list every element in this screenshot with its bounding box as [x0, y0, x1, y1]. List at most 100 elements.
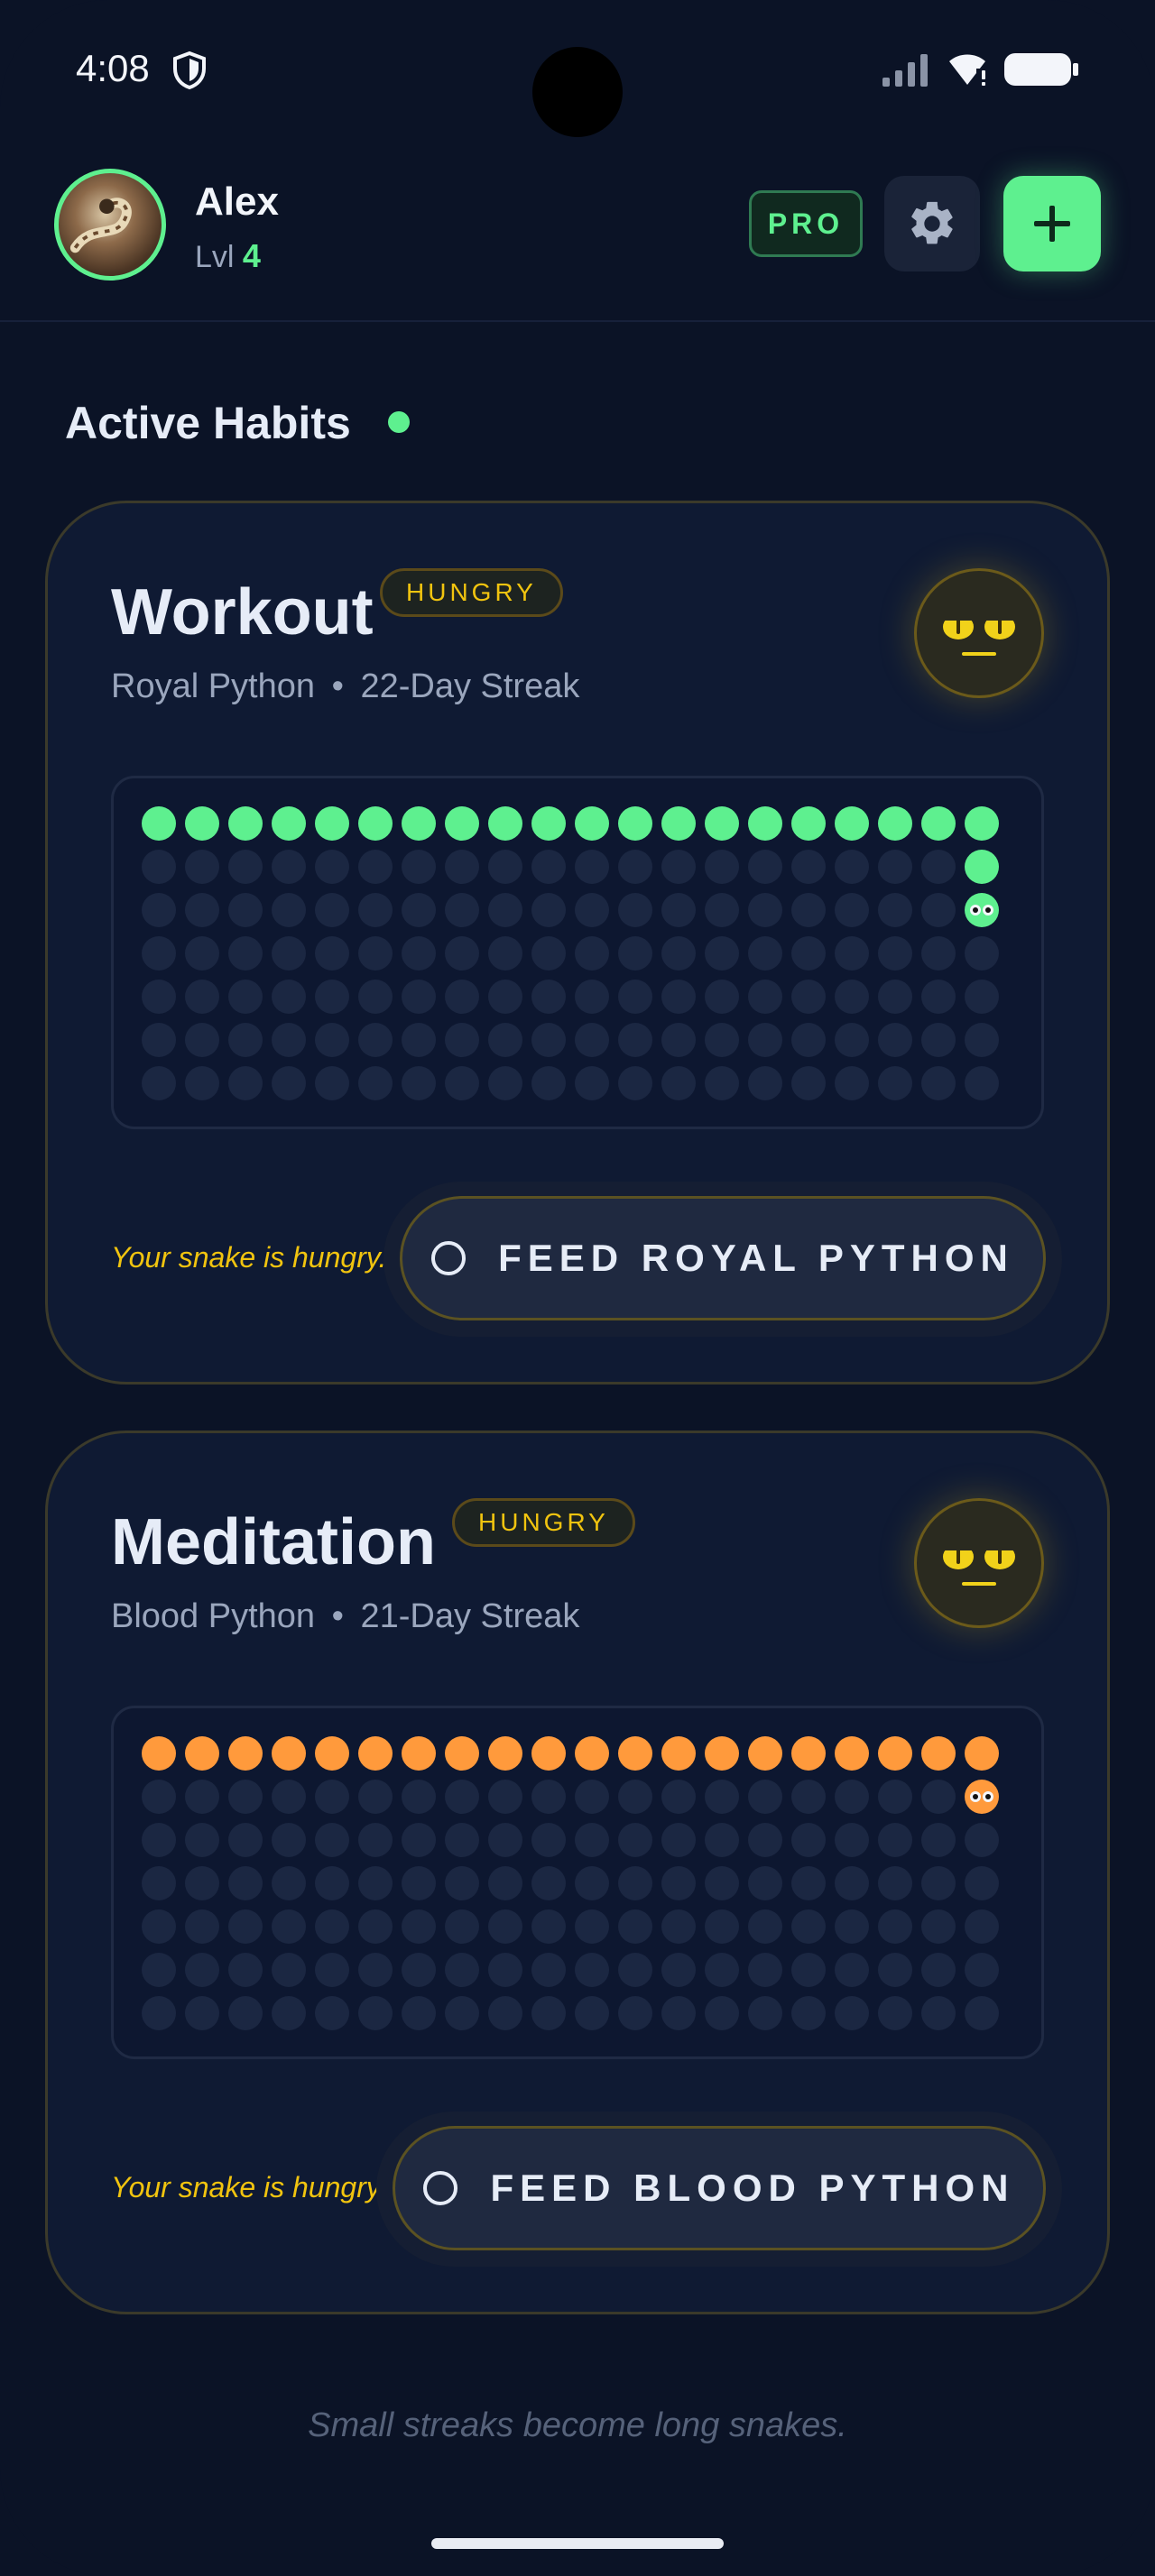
empty-cell [618, 1953, 652, 1987]
empty-cell [358, 1780, 393, 1814]
empty-cell [575, 850, 609, 884]
snake-segment [575, 806, 609, 841]
separator-dot: • [331, 667, 344, 705]
snake-segment [965, 893, 999, 927]
feed-button[interactable]: FEED BLOOD PYTHON [393, 2126, 1046, 2250]
hungry-hint: Your snake is hungry. [111, 2171, 387, 2203]
empty-cell [835, 1066, 869, 1100]
empty-cell [575, 1066, 609, 1100]
snake-segment [445, 1736, 479, 1771]
add-habit-button[interactable] [1003, 176, 1101, 271]
active-indicator-dot [388, 411, 410, 433]
snake-segment [185, 806, 219, 841]
empty-cell [748, 1909, 782, 1944]
empty-cell [791, 1823, 826, 1857]
empty-cell [185, 1066, 219, 1100]
empty-cell [965, 1996, 999, 2030]
habit-subtitle: Royal Python • 22-Day Streak [111, 667, 579, 706]
empty-cell [272, 1953, 306, 1987]
empty-cell [402, 936, 436, 971]
empty-cell [315, 980, 349, 1014]
empty-cell [921, 1996, 956, 2030]
empty-cell [228, 980, 263, 1014]
empty-cell [228, 1823, 263, 1857]
home-indicator[interactable] [431, 2538, 724, 2549]
habit-card[interactable]: Meditation HUNGRY Blood Python • 21-Day … [45, 1431, 1110, 2314]
empty-cell [445, 1996, 479, 2030]
streak-grid [111, 1706, 1044, 2059]
empty-cell [358, 980, 393, 1014]
empty-cell [791, 1866, 826, 1900]
snake-segment [315, 806, 349, 841]
snake-segment [878, 806, 912, 841]
settings-button[interactable] [884, 176, 980, 271]
level-label: Lvl [195, 240, 235, 274]
empty-cell [488, 893, 522, 927]
empty-cell [835, 1909, 869, 1944]
feed-button-label: FEED BLOOD PYTHON [490, 2167, 1015, 2209]
empty-cell [878, 1996, 912, 2030]
empty-cell [358, 1953, 393, 1987]
empty-cell [185, 1780, 219, 1814]
signal-icon [882, 54, 928, 87]
empty-cell [272, 1996, 306, 2030]
empty-cell [445, 893, 479, 927]
empty-cell [445, 1866, 479, 1900]
snake-segment [445, 806, 479, 841]
level-display: Lvl 4 [195, 237, 261, 275]
empty-cell [791, 1953, 826, 1987]
empty-cell [142, 936, 176, 971]
empty-cell [705, 1953, 739, 1987]
empty-cell [531, 1996, 566, 2030]
empty-cell [272, 1823, 306, 1857]
empty-cell [921, 1953, 956, 1987]
habit-species: Blood Python [111, 1597, 316, 1635]
habit-card[interactable]: Workout HUNGRY Royal Python • 22-Day Str… [45, 501, 1110, 1385]
snake-segment [142, 806, 176, 841]
snake-segment [272, 806, 306, 841]
empty-cell [272, 1023, 306, 1057]
empty-cell [791, 893, 826, 927]
empty-cell [358, 936, 393, 971]
empty-cell [488, 1996, 522, 2030]
empty-cell [488, 1823, 522, 1857]
empty-cell [228, 1023, 263, 1057]
empty-cell [835, 1996, 869, 2030]
snake-segment [315, 1736, 349, 1771]
empty-cell [531, 893, 566, 927]
empty-cell [272, 936, 306, 971]
snake-segment [835, 1736, 869, 1771]
snake-segment [575, 1736, 609, 1771]
feed-button[interactable]: FEED ROYAL PYTHON [400, 1196, 1046, 1320]
empty-cell [921, 936, 956, 971]
empty-cell [272, 850, 306, 884]
snake-segment [791, 806, 826, 841]
empty-cell [965, 1866, 999, 1900]
empty-cell [358, 893, 393, 927]
empty-cell [661, 1953, 696, 1987]
empty-cell [142, 1909, 176, 1944]
empty-cell [185, 936, 219, 971]
empty-cell [878, 1023, 912, 1057]
radio-circle-icon [423, 2171, 458, 2205]
avatar-snake-image [69, 198, 132, 253]
empty-cell [315, 850, 349, 884]
snake-segment [878, 1736, 912, 1771]
empty-cell [878, 1909, 912, 1944]
empty-cell [358, 1866, 393, 1900]
empty-cell [228, 1996, 263, 2030]
empty-cell [878, 850, 912, 884]
empty-cell [748, 1780, 782, 1814]
empty-cell [142, 850, 176, 884]
empty-cell [965, 936, 999, 971]
empty-cell [921, 1909, 956, 1944]
empty-cell [531, 1909, 566, 1944]
avatar[interactable] [54, 169, 166, 281]
snake-segment [661, 806, 696, 841]
empty-cell [878, 980, 912, 1014]
pro-badge[interactable]: PRO [749, 190, 863, 257]
empty-cell [185, 1953, 219, 1987]
empty-cell [228, 1066, 263, 1100]
empty-cell [445, 1780, 479, 1814]
empty-cell [531, 1953, 566, 1987]
